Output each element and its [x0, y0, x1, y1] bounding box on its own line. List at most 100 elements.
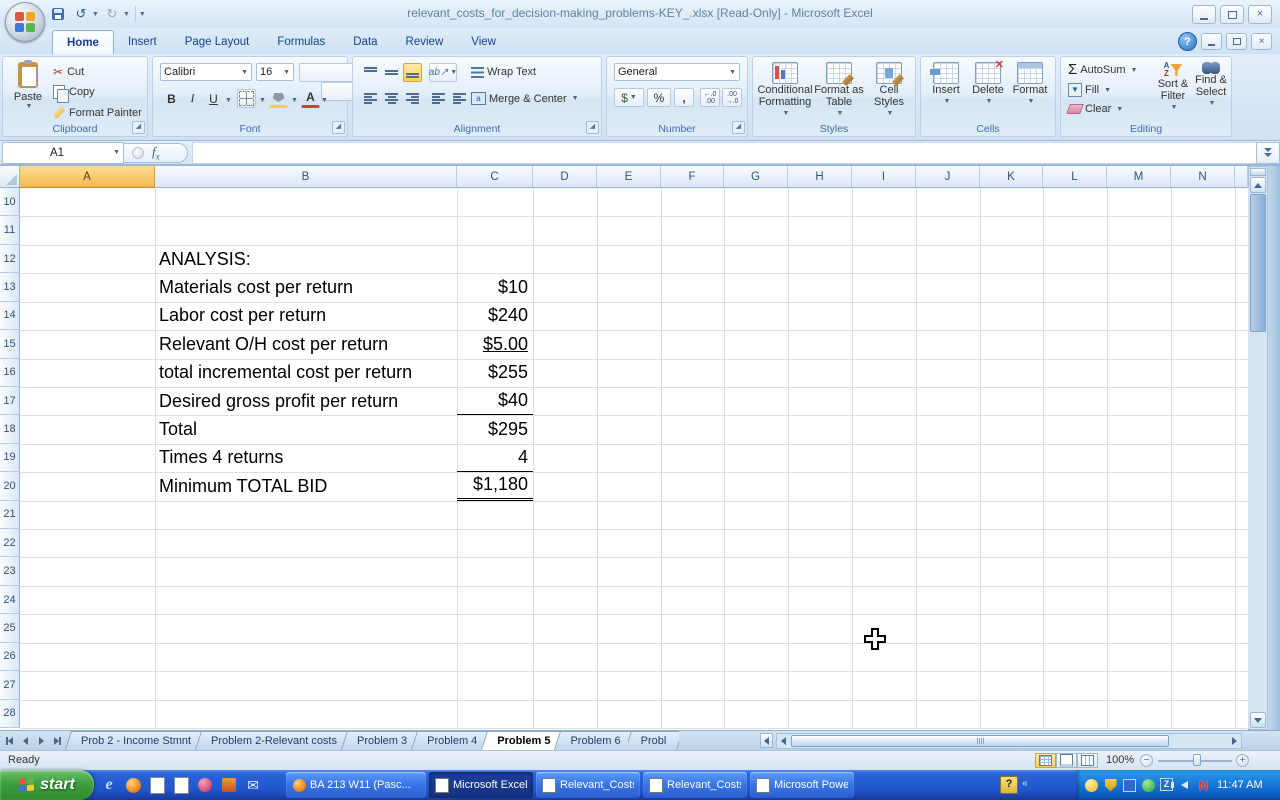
vertical-scrollbar[interactable] [1248, 166, 1268, 730]
shield-icon[interactable] [1103, 778, 1118, 793]
row-header-11[interactable]: 11 [0, 216, 20, 244]
row-header-15[interactable]: 15 [0, 330, 20, 358]
increase-indent-button[interactable] [450, 89, 469, 108]
align-right-button[interactable] [403, 89, 422, 108]
save-icon[interactable] [48, 4, 68, 24]
increase-decimal-button[interactable]: ←.0.00 [700, 88, 720, 107]
minimize-button[interactable] [1192, 5, 1216, 24]
workbook-minimize-button[interactable] [1201, 33, 1222, 50]
column-header-a[interactable]: A [20, 166, 155, 188]
row-header-14[interactable]: 14 [0, 302, 20, 330]
currency-format-button[interactable]: $▼ [614, 88, 644, 107]
row-header-12[interactable]: 12 [0, 245, 20, 273]
formula-bar-expand-icon[interactable] [1256, 142, 1280, 164]
row-header-17[interactable]: 17 [0, 387, 20, 415]
cell-b13[interactable]: Materials cost per return [159, 273, 353, 301]
column-header-j[interactable]: J [916, 166, 980, 188]
horizontal-scroll-thumb[interactable] [791, 735, 1169, 747]
ribbon-tab-insert[interactable]: Insert [114, 30, 171, 54]
scroll-right-icon[interactable] [1228, 735, 1241, 747]
cell-c14[interactable]: $240 [457, 302, 533, 330]
borders-dropdown-icon[interactable]: ▼ [259, 97, 266, 104]
cell-c19[interactable]: 4 [457, 444, 533, 472]
font-size-combo[interactable]: 16▼ [256, 63, 294, 81]
ribbon-tab-view[interactable]: View [457, 30, 510, 54]
insert-function-icon[interactable]: fx [152, 144, 160, 162]
firefox-icon[interactable] [124, 776, 142, 794]
cell-b20[interactable]: Minimum TOTAL BID [159, 472, 327, 500]
borders-button[interactable] [237, 89, 256, 108]
page-layout-view-button[interactable] [1056, 753, 1077, 768]
zoom-level[interactable]: 100% [1106, 754, 1134, 766]
align-center-button[interactable] [382, 89, 401, 108]
top-align-button[interactable] [361, 63, 380, 82]
font-dialog-launcher-icon[interactable]: ◢ [332, 121, 345, 134]
column-header-f[interactable]: F [661, 166, 724, 188]
column-header-d[interactable]: D [533, 166, 597, 188]
row-header-20[interactable]: 20 [0, 472, 20, 500]
ribbon-tab-formulas[interactable]: Formulas [263, 30, 339, 54]
number-format-combo[interactable]: General▼ [614, 63, 740, 81]
cell-c18[interactable]: $295 [457, 415, 533, 443]
row-header-10[interactable]: 10 [0, 188, 20, 216]
restore-button[interactable] [1220, 5, 1244, 24]
ribbon-tab-page-layout[interactable]: Page Layout [171, 30, 264, 54]
font-name-combo[interactable]: Calibri▼ [160, 63, 252, 81]
workbook-close-button[interactable]: × [1251, 33, 1272, 50]
name-box-dropdown-icon[interactable]: ▼ [113, 149, 120, 156]
first-sheet-icon[interactable] [2, 733, 17, 748]
column-header-m[interactable]: M [1107, 166, 1171, 188]
cell-b17[interactable]: Desired gross profit per return [159, 387, 398, 415]
taskbar-button-5[interactable]: Microsoft PowerPo... [750, 772, 854, 798]
taskbar-button-4[interactable]: Relevant_Costs_f... [643, 772, 747, 798]
close-button[interactable]: × [1248, 5, 1272, 24]
italic-button[interactable]: I [183, 89, 202, 108]
customize-qat-icon[interactable]: ▼ [139, 11, 146, 18]
comma-format-button[interactable]: , [674, 88, 694, 107]
cell-b14[interactable]: Labor cost per return [159, 302, 326, 330]
decrease-indent-button[interactable] [429, 89, 448, 108]
workbook-restore-button[interactable] [1226, 33, 1247, 50]
conditional-formatting-button[interactable]: Conditional Formatting▼ [757, 62, 813, 120]
row-header-25[interactable]: 25 [0, 614, 20, 642]
row-header-27[interactable]: 27 [0, 671, 20, 699]
formula-input[interactable] [192, 142, 1256, 164]
zoom-slider-thumb[interactable] [1193, 754, 1201, 766]
row-header-22[interactable]: 22 [0, 529, 20, 557]
row-header-16[interactable]: 16 [0, 359, 20, 387]
font-color-dropdown-icon[interactable]: ▼ [321, 97, 328, 104]
media-icon[interactable] [220, 776, 238, 794]
column-header-g[interactable]: G [724, 166, 788, 188]
page-break-view-button[interactable] [1077, 753, 1098, 768]
cell-b18[interactable]: Total [159, 415, 197, 443]
sheet-tab-problem-4[interactable]: Problem 4 [414, 731, 490, 750]
sheet-tab-problem-3[interactable]: Problem 3 [344, 731, 420, 750]
format-painter-button[interactable]: Format Painter [53, 104, 142, 122]
cell-c20[interactable]: $1,180 [457, 472, 533, 500]
fill-button[interactable]: ▼Fill▼ [1068, 83, 1111, 97]
office-button[interactable] [5, 2, 45, 42]
row-header-13[interactable]: 13 [0, 273, 20, 301]
scroll-up-icon[interactable] [1250, 177, 1266, 193]
number-dialog-launcher-icon[interactable]: ◢ [732, 121, 745, 134]
font-color-button[interactable]: A [301, 89, 320, 108]
copy-button[interactable]: Copy [53, 83, 95, 101]
help-icon[interactable]: ? [1178, 32, 1197, 51]
row-header-24[interactable]: 24 [0, 586, 20, 614]
row-header-18[interactable]: 18 [0, 415, 20, 443]
cell-c17[interactable]: $40 [457, 387, 533, 415]
taskbar-help-icon[interactable]: ? [1000, 776, 1018, 794]
sheet-tab-prob-2-income-stmnt[interactable]: Prob 2 - Income Stmnt [68, 731, 204, 750]
horizontal-scrollbar[interactable] [776, 733, 1242, 749]
scroll-down-icon[interactable] [1250, 712, 1266, 728]
fill-color-dropdown-icon[interactable]: ▼ [291, 97, 298, 104]
sort-filter-button[interactable]: AZ Sort & Filter▼ [1153, 62, 1193, 114]
sheet-tab-problem-6[interactable]: Problem 6 [557, 731, 633, 750]
find-select-button[interactable]: Find & Select▼ [1191, 62, 1231, 110]
netware-icon[interactable]: N [1196, 778, 1211, 793]
name-box[interactable]: A1 ▼ [2, 142, 124, 164]
bold-button[interactable]: B [162, 89, 181, 108]
ribbon-tab-review[interactable]: Review [392, 30, 458, 54]
column-header-n[interactable]: N [1171, 166, 1235, 188]
paste-button[interactable]: Paste▼ [10, 62, 46, 122]
